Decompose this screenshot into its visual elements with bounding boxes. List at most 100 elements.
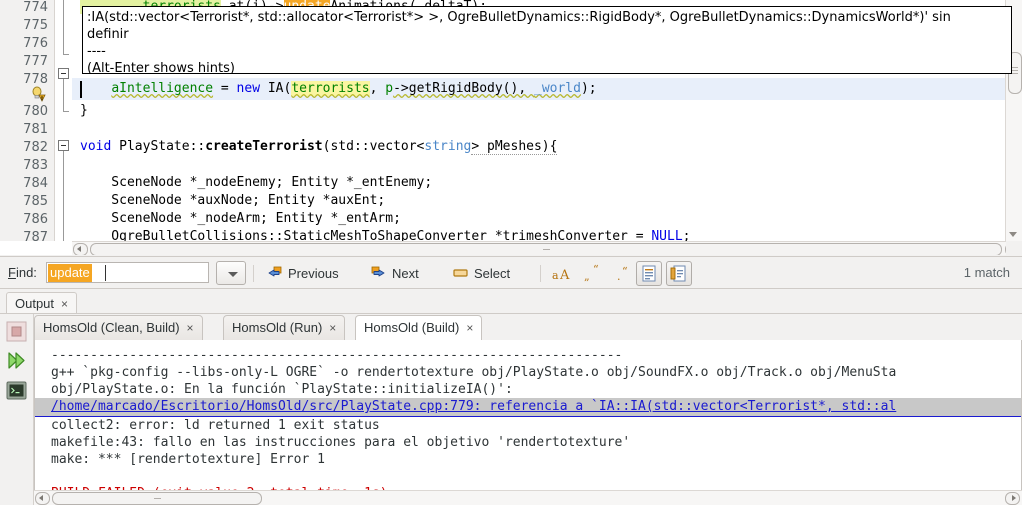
previous-label: Previous — [288, 266, 339, 281]
select-label: Select — [474, 266, 511, 281]
line-number: 782 — [23, 140, 48, 155]
line-number: 780 — [23, 104, 48, 119]
search-input-value: update — [48, 264, 92, 282]
code-token: } — [80, 103, 88, 118]
code-keyword: new — [236, 81, 261, 96]
stop-icon[interactable] — [6, 321, 27, 342]
find-label: Find: — [8, 265, 37, 280]
scroll-right-arrow[interactable] — [1005, 492, 1020, 505]
code-token: terrorists — [291, 81, 370, 96]
scrollbar-thumb[interactable] — [90, 243, 1002, 255]
lightbulb-warning-icon[interactable] — [30, 86, 46, 102]
tooltip-line: (Alt-Enter shows hints) — [87, 61, 235, 74]
text-caret — [105, 265, 106, 281]
build-output-console[interactable]: ----------------------------------------… — [34, 340, 1022, 505]
code-token: SceneNode *_nodeEnemy; Entity *_entEnemy… — [80, 175, 433, 190]
code-token: = — [213, 81, 237, 96]
code-folding-strip[interactable] — [55, 0, 72, 241]
highlight-results-toggle[interactable] — [636, 261, 662, 286]
line-number: 786 — [23, 212, 48, 227]
output-tab-build[interactable]: HomsOld (Build) × — [355, 315, 483, 341]
console-line: makefile:43: fallo en las instrucciones … — [51, 435, 631, 450]
line-number: 777 — [23, 54, 48, 69]
close-icon[interactable]: × — [329, 321, 336, 335]
svg-text:A: A — [559, 268, 570, 283]
code-token: > pMeshes){ — [471, 139, 558, 155]
tooltip-line: definir — [87, 27, 129, 42]
line-number: 783 — [23, 158, 48, 173]
scrollbar-thumb[interactable] — [52, 492, 262, 505]
error-tooltip: :IA(std::vector<Terrorist*, std::allocat… — [82, 6, 1012, 74]
arrow-right-icon — [370, 265, 388, 281]
search-history-dropdown[interactable] — [216, 261, 246, 285]
line-number: 781 — [23, 122, 48, 137]
code-keyword: void — [80, 139, 112, 154]
code-token: _world — [534, 81, 581, 96]
code-token: PlayState:: — [111, 139, 206, 154]
match-count-label: 1 match — [963, 265, 1010, 280]
line-number: 784 — [23, 176, 48, 191]
output-tab-clean-build[interactable]: HomsOld (Clean, Build) × — [34, 315, 203, 341]
terminal-icon[interactable] — [6, 380, 27, 401]
console-line: g++ `pkg-config --libs-only-L OGRE` -o r… — [51, 365, 897, 380]
scroll-left-arrow[interactable] — [73, 243, 88, 255]
console-line: ----------------------------------------… — [51, 348, 623, 363]
output-side-toolbar — [0, 314, 34, 505]
output-window-title: Output — [15, 296, 55, 311]
code-token: SceneNode *_nodeArm; Entity *_entArm; — [80, 211, 401, 226]
output-tab-run[interactable]: HomsOld (Run) × — [223, 315, 346, 341]
find-toolbar: Find: update Previous Next Select a A „ … — [0, 256, 1022, 289]
code-token: ->getRigidBody(), — [393, 81, 534, 96]
code-token: (std::vector< — [322, 139, 425, 154]
rerun-icon[interactable] — [6, 350, 27, 371]
wrap-around-toggle[interactable] — [666, 261, 692, 286]
select-icon — [452, 265, 470, 281]
next-label: Next — [392, 266, 419, 281]
output-window-tab[interactable]: Output × — [6, 292, 78, 314]
error-link-row[interactable]: /home/marcado/Escritorio/HomsOld/src/Pla… — [35, 398, 1021, 417]
whole-words-toggle[interactable]: „ “ — [581, 261, 607, 286]
code-editor[interactable]: 774 775 776 777 778 780 781 782 783 784 … — [0, 0, 1022, 255]
close-icon[interactable]: × — [187, 321, 194, 335]
fold-toggle-icon[interactable] — [58, 68, 69, 79]
line-number: 776 — [23, 36, 48, 51]
output-horizontal-scrollbar[interactable] — [34, 490, 1022, 505]
close-icon[interactable]: × — [61, 297, 68, 311]
tabs-divider — [0, 313, 1022, 314]
output-window: Output × HomsOld (Clean, Build) × HomsOl… — [0, 290, 1022, 505]
line-number: 778 — [23, 72, 48, 87]
error-link[interactable]: /home/marcado/Escritorio/HomsOld/src/Pla… — [51, 398, 896, 415]
output-tab-label: HomsOld (Build) — [364, 320, 460, 335]
close-icon[interactable]: × — [466, 321, 473, 335]
code-token: p — [385, 81, 394, 96]
fold-end-marker — [63, 111, 69, 112]
svg-text:.: . — [617, 270, 621, 283]
chevron-down-icon — [228, 272, 238, 277]
chevron-down-icon[interactable] — [1009, 232, 1017, 237]
code-token: string — [424, 139, 472, 154]
code-token: , — [369, 81, 386, 96]
search-input[interactable]: update — [46, 262, 209, 283]
tooltip-line: ---- — [87, 44, 106, 59]
regex-toggle[interactable]: . “ — [612, 261, 638, 286]
line-number: 787 — [23, 230, 48, 245]
match-case-toggle[interactable]: a A — [548, 261, 574, 286]
code-line-779: aIntelligence = new IA(terrorists, p->ge… — [80, 78, 597, 100]
select-button[interactable]: Select — [452, 262, 534, 285]
fold-toggle-icon[interactable] — [58, 140, 69, 151]
code-token: aIntelligence — [111, 81, 214, 96]
next-button[interactable]: Next — [370, 262, 438, 285]
output-tab-label: HomsOld (Run) — [232, 320, 323, 335]
line-number: 775 — [23, 18, 48, 33]
svg-text:a: a — [552, 269, 559, 282]
svg-text:„: „ — [584, 270, 590, 283]
code-line-782: void PlayState::createTerrorist(std::vec… — [80, 136, 558, 158]
previous-button[interactable]: Previous — [266, 262, 358, 285]
line-number: 774 — [23, 0, 48, 15]
scroll-left-arrow[interactable] — [35, 492, 50, 505]
output-tab-label: HomsOld (Clean, Build) — [43, 320, 180, 335]
editor-horizontal-scrollbar[interactable] — [72, 241, 1022, 255]
svg-text:“: “ — [593, 263, 599, 276]
code-token: SceneNode *auxNode; Entity *auxEnt; — [80, 193, 386, 208]
